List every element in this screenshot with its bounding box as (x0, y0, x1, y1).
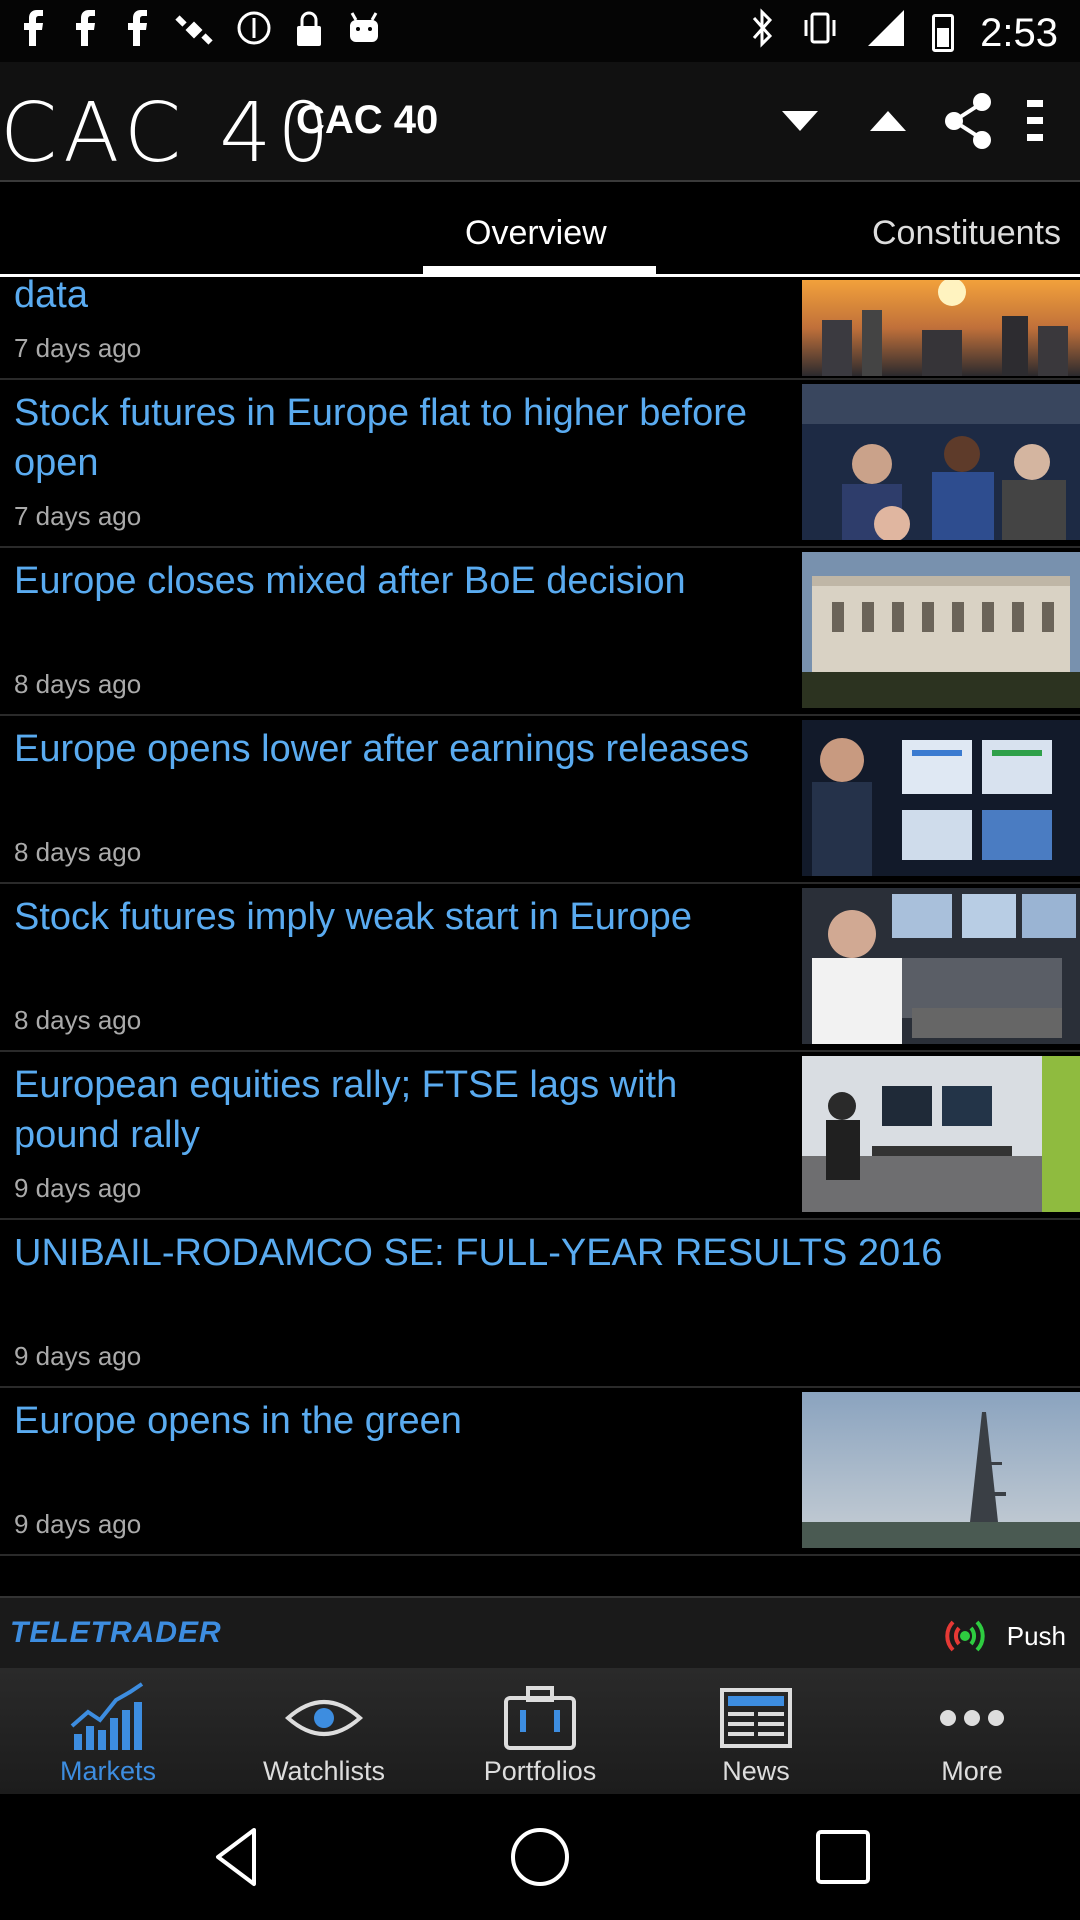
news-thumbnail (802, 1392, 1080, 1548)
news-thumbnail (802, 888, 1080, 1044)
overflow-menu-button[interactable] (1010, 62, 1060, 180)
nav-more[interactable]: More (864, 1668, 1080, 1794)
triangle-up-icon (870, 111, 906, 131)
news-item[interactable]: Europe opens in the green 9 days ago (0, 1388, 1080, 1556)
bottom-navigation: Markets Watchlists Portfolios News More (0, 1668, 1080, 1794)
app-bar: CAC 40 CAC 40 (0, 62, 1080, 182)
nav-portfolios[interactable]: Portfolios (432, 1668, 648, 1794)
push-label: Push (1006, 1620, 1066, 1651)
status-bar: 2:53 (0, 0, 1080, 62)
push-toggle[interactable]: Push (937, 1618, 1066, 1654)
battery-icon (932, 14, 955, 52)
news-item[interactable]: Stock futures imply weak start in Europe… (0, 884, 1080, 1052)
nav-label: Watchlists (262, 1756, 385, 1786)
news-headline: Europe opens in the green (14, 1400, 462, 1442)
newspaper-icon (720, 1688, 792, 1748)
active-tab-indicator (423, 266, 656, 274)
news-headline: UNIBAIL-RODAMCO SE: FULL-YEAR RESULTS 20… (14, 1232, 943, 1274)
status-time: 2:53 (980, 10, 1058, 55)
eye-icon (284, 1700, 364, 1736)
page-title: CAC 40 (296, 98, 439, 142)
news-headline: Europe opens lower after earnings releas… (14, 728, 750, 770)
vertical-dots-icon (1027, 100, 1043, 141)
nav-label: News (722, 1756, 790, 1786)
bluetooth-icon (750, 8, 774, 58)
facebook-notification-icon (70, 10, 100, 59)
news-headline: Europe closes mixed after BoE decision (14, 560, 686, 602)
news-headline: Stock futures in Europe flat to higher b… (14, 392, 747, 484)
news-timestamp: 9 days ago (14, 1509, 142, 1539)
news-item[interactable]: Europe closes mixed after BoE decision 8… (0, 548, 1080, 716)
nav-label: Markets (59, 1756, 157, 1786)
blocked-icon (236, 10, 272, 59)
news-item[interactable]: UNIBAIL-RODAMCO SE: FULL-YEAR RESULTS 20… (0, 1220, 1080, 1388)
instrument-logo: CAC 40 (0, 86, 336, 181)
news-thumbnail (802, 720, 1080, 876)
tab-overview[interactable]: Overview (465, 214, 607, 253)
triangle-down-icon (782, 111, 818, 131)
news-item[interactable]: Europe opens lower after earnings releas… (0, 716, 1080, 884)
system-navigation-bar (0, 1794, 1080, 1920)
share-button[interactable] (938, 62, 998, 180)
android-icon (346, 10, 382, 59)
signal-icon (866, 8, 906, 58)
news-timestamp: 8 days ago (14, 669, 142, 699)
tab-bar: Overview Constituents (0, 182, 1080, 277)
briefcase-icon (504, 1686, 576, 1750)
nav-watchlists[interactable]: Watchlists (216, 1668, 432, 1794)
news-item[interactable]: European markets open higher ahead of da… (0, 276, 1080, 380)
nav-label: More (941, 1756, 1003, 1786)
news-timestamp: 8 days ago (14, 837, 142, 867)
news-timestamp: 7 days ago (14, 501, 142, 531)
news-timestamp: 9 days ago (14, 1173, 142, 1203)
news-list[interactable]: European markets open higher ahead of da… (0, 276, 1080, 1596)
nav-markets[interactable]: Markets (0, 1668, 216, 1794)
broadcast-icon (945, 1620, 985, 1652)
news-timestamp: 8 days ago (14, 1005, 142, 1035)
news-thumbnail (802, 552, 1080, 708)
nav-news[interactable]: News (648, 1668, 864, 1794)
recents-icon[interactable] (810, 1824, 876, 1890)
teletrader-logo: TELETRADER (10, 1616, 222, 1649)
nav-label: Portfolios (483, 1756, 597, 1786)
brand-footer: TELETRADER Push (0, 1596, 1080, 1670)
news-headline: European markets open higher ahead of da… (14, 276, 88, 316)
news-thumbnail (802, 384, 1080, 540)
chart-icon (70, 1682, 144, 1750)
news-item[interactable]: European equities rally; FTSE lags with … (0, 1052, 1080, 1220)
share-icon (945, 93, 991, 149)
news-timestamp: 9 days ago (14, 1341, 142, 1371)
notification-icons (18, 10, 382, 59)
news-headline: European equities rally; FTSE lags with … (14, 1064, 678, 1156)
back-icon[interactable] (204, 1824, 270, 1890)
more-dots-icon (940, 1710, 1004, 1726)
facebook-notification-icon (18, 10, 48, 59)
news-item[interactable]: Stock futures in Europe flat to higher b… (0, 380, 1080, 548)
news-thumbnail (802, 1056, 1080, 1212)
news-thumbnail (802, 280, 1080, 376)
satellite-icon (174, 10, 214, 59)
tab-constituents[interactable]: Constituents (872, 214, 1061, 253)
move-up-button[interactable] (858, 62, 918, 180)
dropdown-button[interactable] (770, 62, 830, 180)
news-timestamp: 7 days ago (14, 333, 142, 363)
home-icon[interactable] (507, 1824, 573, 1890)
lock-icon (294, 10, 324, 59)
facebook-notification-icon (122, 10, 152, 59)
news-headline: Stock futures imply weak start in Europe (14, 896, 692, 938)
vibrate-icon (800, 8, 840, 58)
